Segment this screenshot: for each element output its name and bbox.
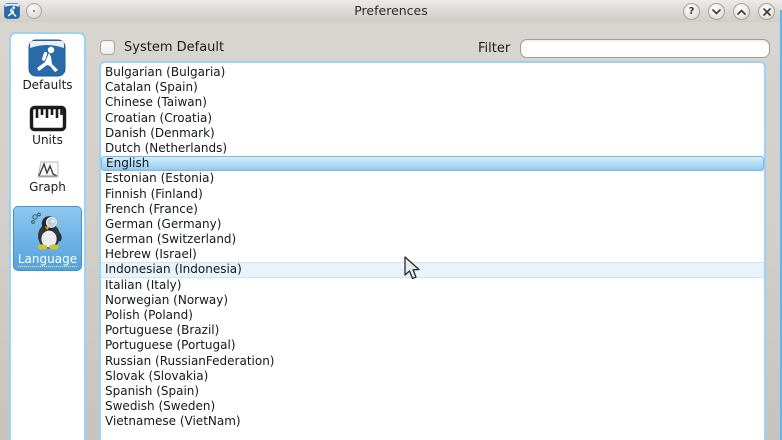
preferences-window: Preferences ? Defau: [0, 0, 782, 440]
sidebar-label: Language: [18, 252, 77, 267]
list-item[interactable]: Italian (Italy): [101, 278, 764, 293]
list-item[interactable]: Estonian (Estonia): [101, 171, 764, 186]
maximize-button[interactable]: [733, 3, 750, 20]
list-item[interactable]: Chinese (Taiwan): [101, 95, 764, 110]
system-default-checkbox[interactable]: [100, 40, 115, 55]
language-list[interactable]: Bulgarian (Bulgaria) Catalan (Spain) Chi…: [99, 61, 766, 440]
chevron-up-icon: [737, 9, 746, 15]
list-item[interactable]: Catalan (Spain): [101, 80, 764, 95]
help-icon: ?: [689, 6, 695, 17]
chevron-down-icon: [712, 9, 721, 15]
ruler-icon: [29, 105, 67, 132]
sidebar-label: Graph: [29, 180, 66, 194]
list-item[interactable]: Norwegian (Norway): [101, 293, 764, 308]
category-sidebar: Defaults Units Graph: [9, 32, 86, 440]
list-item[interactable]: Croatian (Croatia): [101, 111, 764, 126]
system-default-label: System Default: [124, 40, 224, 55]
filter-input[interactable]: [520, 39, 770, 58]
list-item[interactable]: French (France): [101, 202, 764, 217]
list-item-hovered[interactable]: Indonesian (Indonesia): [101, 262, 764, 277]
list-item[interactable]: Dutch (Netherlands): [101, 141, 764, 156]
filter-label: Filter: [478, 41, 510, 56]
list-item[interactable]: Slovak (Slovakia): [101, 369, 764, 384]
titlebar[interactable]: Preferences ?: [0, 0, 782, 22]
list-item[interactable]: Bulgarian (Bulgaria): [101, 65, 764, 80]
list-item[interactable]: Hebrew (Israel): [101, 247, 764, 262]
list-item[interactable]: Portuguese (Portugal): [101, 338, 764, 353]
list-item[interactable]: Finnish (Finland): [101, 187, 764, 202]
list-item[interactable]: German (Switzerland): [101, 232, 764, 247]
diver-icon: [28, 39, 66, 77]
list-item[interactable]: Swedish (Sweden): [101, 399, 764, 414]
list-item[interactable]: German (Germany): [101, 217, 764, 232]
sidebar-item-graph[interactable]: Graph: [29, 160, 66, 194]
tux-penguin-icon: [28, 211, 68, 251]
sidebar-label: Units: [32, 133, 63, 147]
list-item[interactable]: Polish (Poland): [101, 308, 764, 323]
minimize-button[interactable]: [708, 3, 725, 20]
dive-profile-icon: [37, 160, 59, 179]
list-item[interactable]: Portuguese (Brazil): [101, 323, 764, 338]
list-item[interactable]: Russian (RussianFederation): [101, 354, 764, 369]
list-item[interactable]: Spanish (Spain): [101, 384, 764, 399]
sidebar-label: Defaults: [22, 78, 72, 92]
sidebar-item-language[interactable]: Language: [13, 206, 82, 271]
list-item[interactable]: Vietnamese (VietNam): [101, 414, 764, 429]
list-item[interactable]: Danish (Denmark): [101, 126, 764, 141]
close-button[interactable]: [758, 3, 775, 20]
help-button[interactable]: ?: [683, 3, 700, 20]
close-icon: [763, 8, 771, 16]
window-title: Preferences: [0, 3, 782, 18]
sidebar-item-units[interactable]: Units: [29, 105, 67, 147]
sidebar-item-defaults[interactable]: Defaults: [22, 39, 72, 92]
list-item-selected[interactable]: English: [101, 156, 764, 171]
